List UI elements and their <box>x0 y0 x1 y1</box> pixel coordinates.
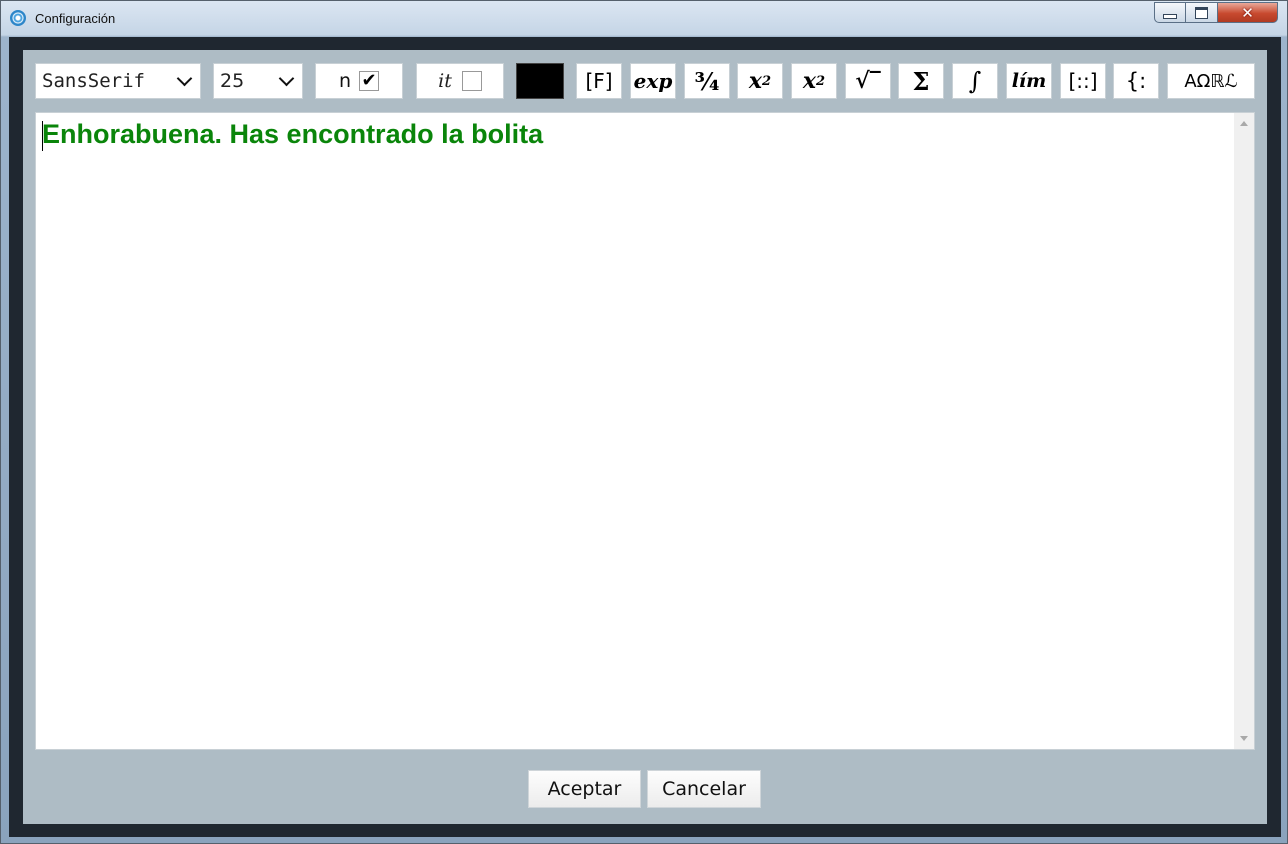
maximize-icon <box>1195 6 1208 19</box>
bold-checkbox[interactable]: ✔ <box>359 70 380 91</box>
italic-toggle[interactable]: it <box>416 63 504 99</box>
accept-button[interactable]: Aceptar <box>528 770 641 808</box>
subscript-base: x <box>802 68 817 94</box>
text-color-picker[interactable] <box>516 63 564 99</box>
maximize-button[interactable] <box>1186 2 1218 23</box>
sum-icon: Σ <box>912 66 930 96</box>
window-title: Configuración <box>35 11 116 26</box>
client-area: SansSerif 25 n ✔ it [F] exp ¾ x 2 x 2 √‾… <box>9 37 1281 837</box>
fraction-label: ¾ <box>694 66 720 96</box>
font-family-select[interactable]: SansSerif <box>35 63 201 99</box>
text-caret <box>42 121 43 151</box>
bold-label: n <box>338 70 352 92</box>
minimize-icon <box>1163 14 1177 19</box>
title-bar[interactable]: Configuración ✕ <box>1 1 1287 37</box>
matrix-button[interactable]: [::] <box>1060 63 1106 99</box>
close-icon: ✕ <box>1241 3 1254 22</box>
limit-label: lím <box>1011 70 1047 92</box>
dialog-window: Configuración ✕ SansSerif 25 n ✔ it [F] … <box>0 0 1288 844</box>
sqrt-button[interactable]: √‾ <box>845 63 891 99</box>
chevron-down-icon <box>278 70 295 86</box>
italic-label: it <box>438 70 452 92</box>
symbols-icon: AΩℝℒ <box>1184 70 1238 92</box>
sqrt-icon: √‾ <box>855 68 881 94</box>
fraction-bracket-button[interactable]: [F] <box>576 63 622 99</box>
italic-checkbox[interactable] <box>461 71 482 91</box>
checkmark-icon: ✔ <box>361 70 377 91</box>
scroll-down-icon[interactable] <box>1240 736 1248 741</box>
font-size-select[interactable]: 25 <box>213 63 303 99</box>
symbols-button[interactable]: AΩℝℒ <box>1167 63 1255 99</box>
chevron-down-icon <box>176 70 193 86</box>
limit-button[interactable]: lím <box>1006 63 1052 99</box>
close-button[interactable]: ✕ <box>1218 2 1278 23</box>
fraction-bracket-label: [F] <box>585 69 613 93</box>
subscript-button[interactable]: x2 <box>791 63 837 99</box>
superscript-button[interactable]: x2 <box>737 63 783 99</box>
text-editor[interactable]: Enhorabuena. Has encontrado la bolita <box>35 112 1255 750</box>
vertical-scrollbar[interactable] <box>1234 113 1254 749</box>
matrix-icon: [::] <box>1068 69 1098 93</box>
exp-label: exp <box>633 69 673 93</box>
fraction-button[interactable]: ¾ <box>684 63 730 99</box>
bold-toggle[interactable]: n ✔ <box>315 63 403 99</box>
superscript-exp: 2 <box>762 73 772 89</box>
cancel-button[interactable]: Cancelar <box>647 770 761 808</box>
exp-button[interactable]: exp <box>630 63 676 99</box>
editor-text: Enhorabuena. Has encontrado la bolita <box>42 119 544 149</box>
scroll-up-icon[interactable] <box>1240 121 1248 126</box>
cases-icon: {: <box>1125 69 1147 93</box>
integral-icon: ∫ <box>968 67 982 95</box>
integral-button[interactable]: ∫ <box>952 63 998 99</box>
sum-button[interactable]: Σ <box>898 63 944 99</box>
minimize-button[interactable] <box>1154 2 1186 23</box>
subscript-index: 2 <box>816 73 826 89</box>
font-size-value: 25 <box>220 70 245 92</box>
text-editor-dialog: SansSerif 25 n ✔ it [F] exp ¾ x 2 x 2 √‾… <box>23 50 1267 824</box>
superscript-base: x <box>748 68 763 94</box>
app-icon <box>10 10 26 26</box>
font-family-value: SansSerif <box>42 70 145 92</box>
cases-button[interactable]: {: <box>1113 63 1159 99</box>
